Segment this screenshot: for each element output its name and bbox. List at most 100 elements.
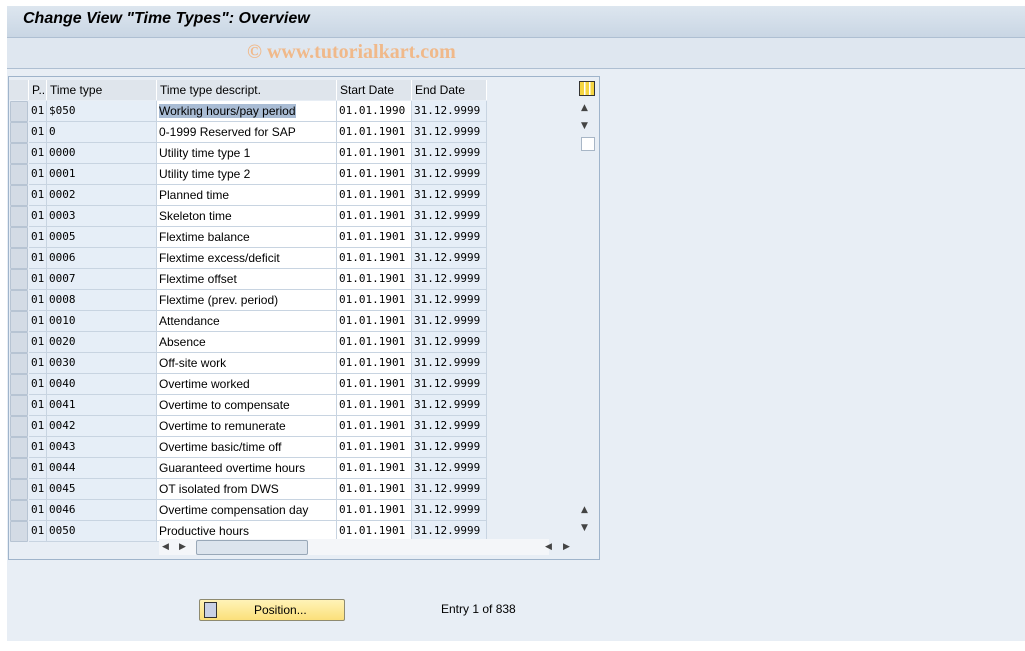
plant-cell[interactable]: 01	[29, 416, 47, 437]
time-type-cell[interactable]: $050	[47, 101, 157, 122]
start-date-cell[interactable]: 01.01.1901	[337, 500, 412, 521]
end-date-cell[interactable]: 31.12.9999	[412, 458, 487, 479]
end-date-cell[interactable]: 31.12.9999	[412, 269, 487, 290]
description-cell[interactable]: Overtime worked	[157, 374, 337, 395]
start-date-cell[interactable]: 01.01.1901	[337, 332, 412, 353]
row-selector[interactable]	[10, 227, 28, 248]
end-date-cell[interactable]: 31.12.9999	[412, 206, 487, 227]
plant-cell[interactable]: 01	[29, 500, 47, 521]
description-cell[interactable]: Off-site work	[157, 353, 337, 374]
description-cell[interactable]: Flextime (prev. period)	[157, 290, 337, 311]
table-row[interactable]: 01 0007 Flextime offset 01.01.1901 31.12.999…	[9, 269, 489, 290]
table-row[interactable]: 01 0001 Utility time type 2 01.01.1901 31.12…	[9, 164, 489, 185]
time-type-cell[interactable]: 0008	[47, 290, 157, 311]
vertical-scrollbar-thumb[interactable]	[581, 137, 595, 151]
end-date-cell[interactable]: 31.12.9999	[412, 311, 487, 332]
description-cell[interactable]: 0-1999 Reserved for SAP	[157, 122, 337, 143]
horizontal-scrollbar[interactable]: ◀ ▶	[159, 539, 549, 555]
description-cell[interactable]: Planned time	[157, 185, 337, 206]
start-date-cell[interactable]: 01.01.1901	[337, 353, 412, 374]
row-selector[interactable]	[10, 248, 28, 269]
position-button[interactable]: Position...	[199, 599, 345, 621]
horizontal-scrollbar-thumb[interactable]	[196, 540, 308, 555]
row-selector[interactable]	[10, 395, 28, 416]
plant-cell[interactable]: 01	[29, 122, 47, 143]
time-type-cell[interactable]: 0005	[47, 227, 157, 248]
row-selector[interactable]	[10, 437, 28, 458]
start-date-cell[interactable]: 01.01.1901	[337, 227, 412, 248]
row-selector[interactable]	[10, 500, 28, 521]
scroll-right-icon[interactable]: ▶	[563, 542, 570, 552]
row-selector[interactable]	[10, 143, 28, 164]
start-date-cell[interactable]: 01.01.1901	[337, 458, 412, 479]
time-type-cell[interactable]: 0020	[47, 332, 157, 353]
scroll-left-icon[interactable]: ◀	[545, 542, 552, 552]
description-cell[interactable]: OT isolated from DWS	[157, 479, 337, 500]
start-date-cell[interactable]: 01.01.1901	[337, 374, 412, 395]
select-all-header[interactable]	[9, 80, 29, 100]
start-date-cell[interactable]: 01.01.1901	[337, 416, 412, 437]
plant-cell[interactable]: 01	[29, 206, 47, 227]
time-type-cell[interactable]: 0046	[47, 500, 157, 521]
time-type-cell[interactable]: 0010	[47, 311, 157, 332]
start-date-cell[interactable]: 01.01.1901	[337, 143, 412, 164]
description-cell[interactable]: Absence	[157, 332, 337, 353]
description-cell[interactable]: Working hours/pay period	[157, 101, 337, 122]
plant-cell[interactable]: 01	[29, 374, 47, 395]
row-selector[interactable]	[10, 353, 28, 374]
column-header-start-date[interactable]: Start Date	[337, 80, 412, 100]
table-row[interactable]: 01 0044 Guaranteed overtime hours 01.01.190…	[9, 458, 489, 479]
start-date-cell[interactable]: 01.01.1901	[337, 248, 412, 269]
end-date-cell[interactable]: 31.12.9999	[412, 101, 487, 122]
table-row[interactable]: 01 0005 Flextime balance 01.01.1901 31.12.99…	[9, 227, 489, 248]
description-cell[interactable]: Skeleton time	[157, 206, 337, 227]
plant-cell[interactable]: 01	[29, 227, 47, 248]
table-row[interactable]: 01 0030 Off-site work 01.01.1901 31.12.9999	[9, 353, 489, 374]
start-date-cell[interactable]: 01.01.1901	[337, 122, 412, 143]
start-date-cell[interactable]: 01.01.1901	[337, 395, 412, 416]
column-settings-icon[interactable]	[579, 81, 595, 96]
time-type-cell[interactable]: 0050	[47, 521, 157, 542]
description-cell[interactable]: Flextime offset	[157, 269, 337, 290]
row-selector[interactable]	[10, 269, 28, 290]
description-cell[interactable]: Overtime basic/time off	[157, 437, 337, 458]
row-selector[interactable]	[10, 458, 28, 479]
plant-cell[interactable]: 01	[29, 395, 47, 416]
end-date-cell[interactable]: 31.12.9999	[412, 437, 487, 458]
end-date-cell[interactable]: 31.12.9999	[412, 332, 487, 353]
time-type-cell[interactable]: 0040	[47, 374, 157, 395]
plant-cell[interactable]: 01	[29, 437, 47, 458]
start-date-cell[interactable]: 01.01.1901	[337, 290, 412, 311]
table-row[interactable]: 01 0020 Absence 01.01.1901 31.12.9999	[9, 332, 489, 353]
row-selector[interactable]	[10, 206, 28, 227]
plant-cell[interactable]: 01	[29, 458, 47, 479]
scroll-down-icon[interactable]: ▼	[581, 121, 588, 131]
table-row[interactable]: 01 0002 Planned time 01.01.1901 31.12.9999	[9, 185, 489, 206]
plant-cell[interactable]: 01	[29, 269, 47, 290]
time-type-cell[interactable]: 0045	[47, 479, 157, 500]
row-selector[interactable]	[10, 521, 28, 542]
table-row[interactable]: 01 0043 Overtime basic/time off 01.01.1901 3…	[9, 437, 489, 458]
time-type-cell[interactable]: 0	[47, 122, 157, 143]
row-selector[interactable]	[10, 374, 28, 395]
description-cell[interactable]: Overtime compensation day	[157, 500, 337, 521]
time-type-cell[interactable]: 0030	[47, 353, 157, 374]
time-type-cell[interactable]: 0006	[47, 248, 157, 269]
description-cell[interactable]: Utility time type 2	[157, 164, 337, 185]
row-selector[interactable]	[10, 332, 28, 353]
table-row[interactable]: 01 0003 Skeleton time 01.01.1901 31.12.9999	[9, 206, 489, 227]
time-type-cell[interactable]: 0041	[47, 395, 157, 416]
time-type-cell[interactable]: 0002	[47, 185, 157, 206]
table-row[interactable]: 01 0045 OT isolated from DWS 01.01.1901 31.1…	[9, 479, 489, 500]
time-type-cell[interactable]: 0007	[47, 269, 157, 290]
end-date-cell[interactable]: 31.12.9999	[412, 143, 487, 164]
row-selector[interactable]	[10, 479, 28, 500]
plant-cell[interactable]: 01	[29, 143, 47, 164]
plant-cell[interactable]: 01	[29, 353, 47, 374]
end-date-cell[interactable]: 31.12.9999	[412, 227, 487, 248]
description-cell[interactable]: Overtime to compensate	[157, 395, 337, 416]
column-header-description[interactable]: Time type descript.	[157, 80, 337, 100]
table-row[interactable]: 01 0042 Overtime to remunerate 01.01.1901 31…	[9, 416, 489, 437]
scroll-left-icon[interactable]: ◀	[162, 542, 169, 552]
end-date-cell[interactable]: 31.12.9999	[412, 374, 487, 395]
